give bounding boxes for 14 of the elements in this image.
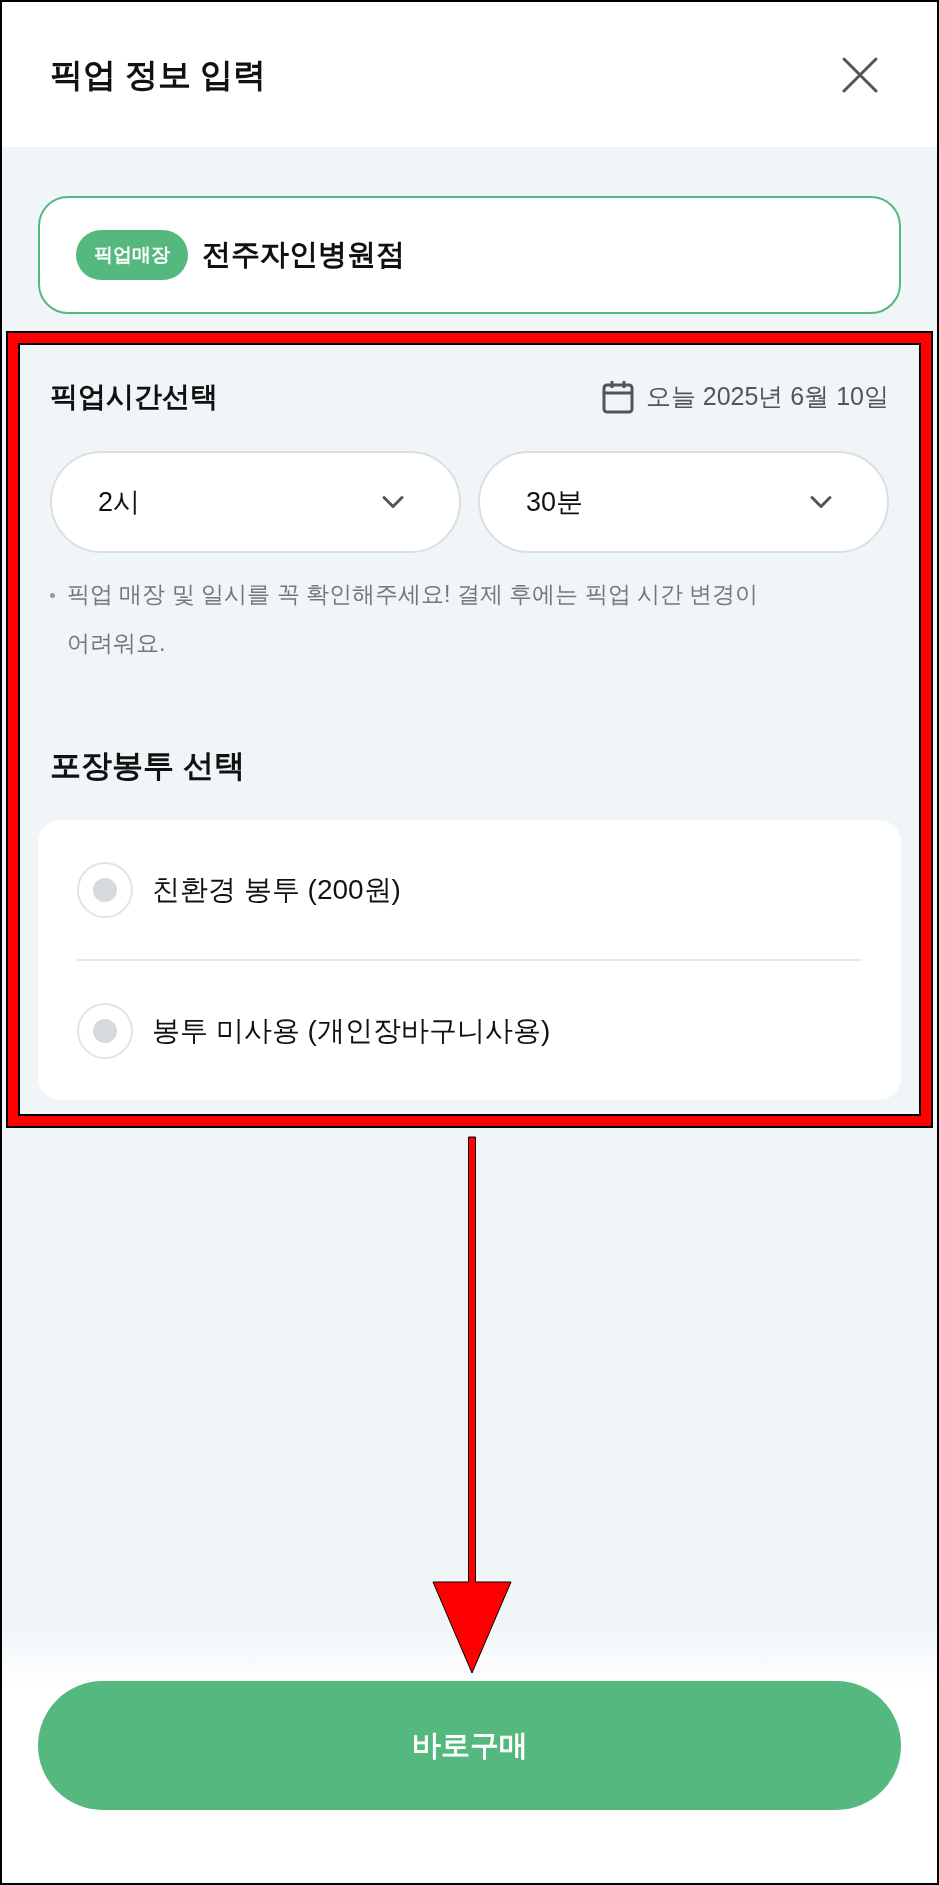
- option-label[interactable]: 친환경 봉투 (200원): [152, 868, 401, 911]
- close-icon[interactable]: [842, 56, 878, 93]
- pickup-date: 오늘 2025년 6월 10일: [645, 381, 889, 413]
- pickup-notice: 픽업 매장 및 일시를 꼭 확인해주세요! 결제 후에는 픽업 시간 변경이 어려워요.: [67, 580, 760, 658]
- pickup-store-badge: 픽업매장: [76, 230, 188, 280]
- hour-select[interactable]: 2시: [50, 451, 461, 553]
- dialog-title: 픽업 정보 입력: [50, 54, 267, 95]
- option-label[interactable]: 봉투 미사용 (개인장바구니사용): [152, 1009, 551, 1052]
- section-title: 포장봉투 선택: [50, 748, 245, 783]
- section-title: 픽업시간선택: [50, 380, 218, 414]
- store-name: 전주자인병원점: [202, 237, 405, 273]
- bullet-icon: [50, 593, 55, 598]
- calendar-icon: [601, 380, 634, 414]
- minute-select[interactable]: 30분: [478, 451, 889, 553]
